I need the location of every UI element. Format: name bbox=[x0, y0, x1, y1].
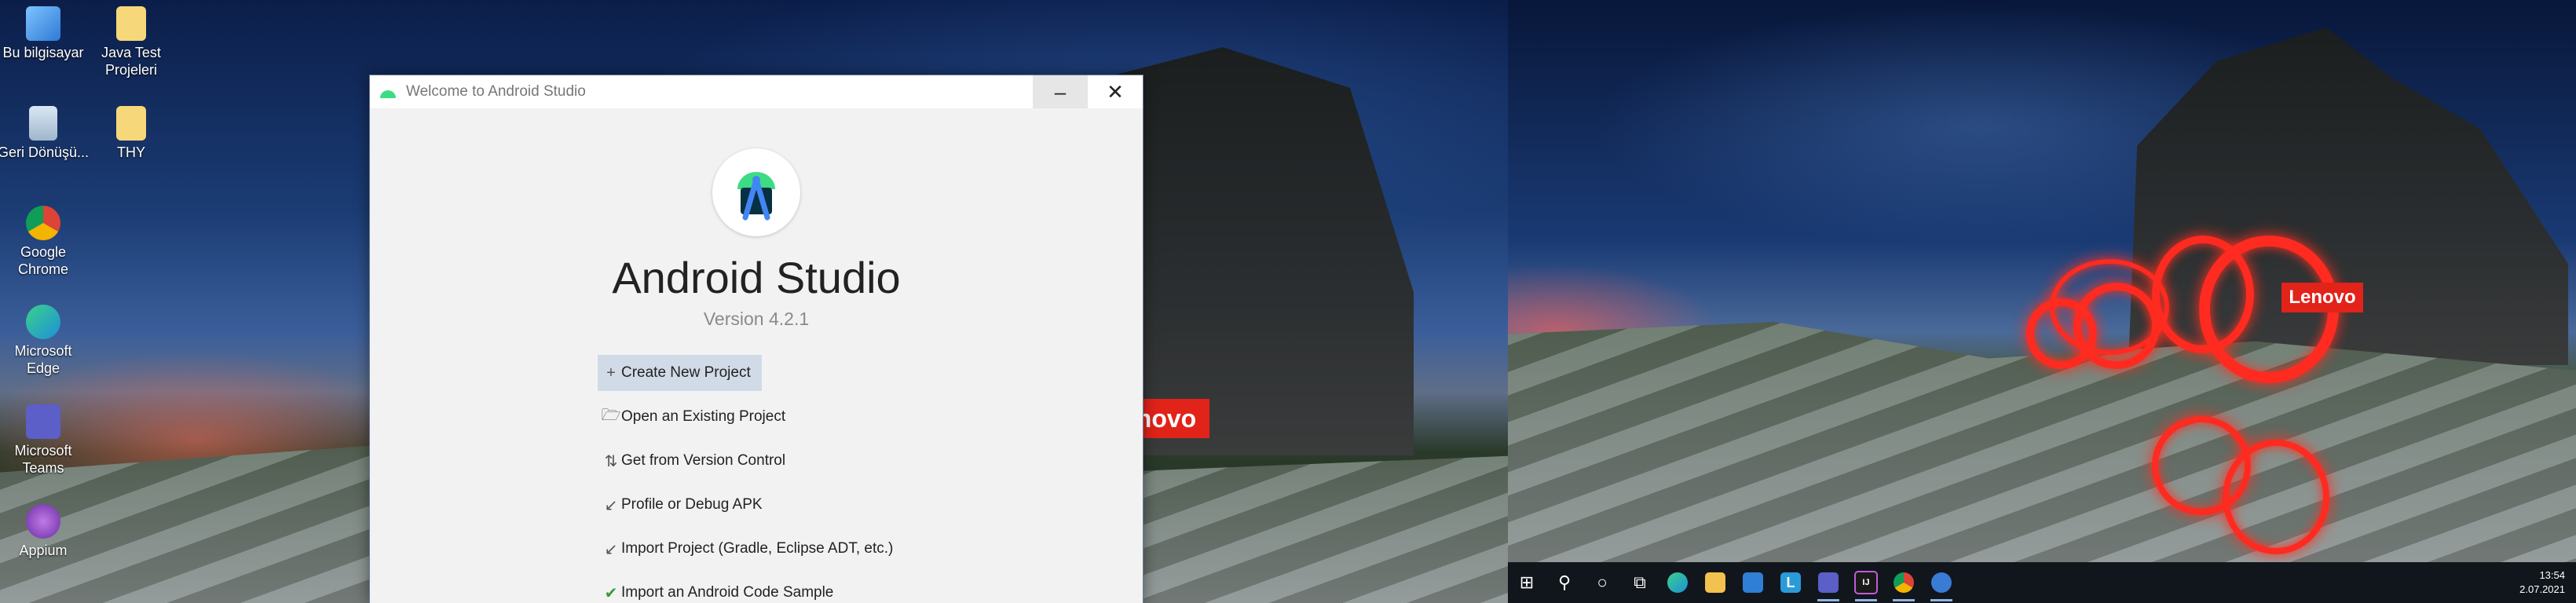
android-studio-icon bbox=[1931, 572, 1952, 593]
desktop-icon-java-test[interactable]: Java Test Projeleri bbox=[84, 6, 178, 79]
chrome-icon bbox=[1894, 572, 1914, 593]
profile-debug-apk-button[interactable]: ↙ Profile or Debug APK bbox=[598, 487, 774, 523]
action-label: Import an Android Code Sample bbox=[621, 584, 834, 601]
computer-icon bbox=[26, 6, 60, 41]
mail-taskbar-button[interactable] bbox=[1734, 562, 1772, 603]
close-button[interactable]: ✕ bbox=[1088, 75, 1143, 108]
teams-icon bbox=[26, 404, 60, 439]
folder-open-icon: 🗁 bbox=[601, 407, 621, 424]
start-button[interactable]: ⊞ bbox=[1508, 562, 1546, 603]
desktop-icon-label: Google Chrome bbox=[17, 244, 69, 277]
import-project-button[interactable]: ↙ Import Project (Gradle, Eclipse ADT, e… bbox=[598, 531, 904, 567]
l-app-taskbar-button[interactable]: L bbox=[1772, 562, 1809, 603]
folder-icon bbox=[1705, 572, 1725, 593]
edge-icon bbox=[26, 305, 60, 339]
desktop-icon-edge[interactable]: Microsoft Edge bbox=[0, 305, 90, 377]
task-view-button[interactable]: ⧉ bbox=[1621, 562, 1659, 603]
desktop-icon-recycle-bin[interactable]: Geri Dönüşü... bbox=[0, 106, 90, 161]
chrome-icon bbox=[26, 206, 60, 240]
teams-taskbar-button[interactable] bbox=[1809, 562, 1847, 603]
l-app-icon: L bbox=[1780, 572, 1801, 593]
desktop-icon-label: Bu bilgisayar bbox=[2, 45, 84, 60]
open-existing-project-button[interactable]: 🗁 Open an Existing Project bbox=[598, 399, 796, 435]
window-titlebar[interactable]: Welcome to Android Studio – ✕ bbox=[370, 75, 1143, 108]
import-icon: ↙ bbox=[604, 540, 618, 558]
desktop-icon-label: Appium bbox=[19, 543, 68, 558]
desktop-icon-label: Microsoft Edge bbox=[14, 343, 72, 376]
desktop-icon-label: Java Test Projeleri bbox=[101, 45, 161, 78]
folder-icon bbox=[116, 6, 146, 41]
create-new-project-button[interactable]: + Create New Project bbox=[598, 355, 762, 391]
mail-icon bbox=[1743, 572, 1763, 593]
search-button[interactable]: ⚲ bbox=[1546, 562, 1583, 603]
appium-icon bbox=[26, 504, 60, 539]
intellij-taskbar-button[interactable]: IJ bbox=[1847, 562, 1885, 603]
left-monitor-desktop: novo Bu bilgisayar Java Test Projeleri G… bbox=[0, 0, 1508, 603]
desktop-icon-teams[interactable]: Microsoft Teams bbox=[0, 404, 90, 477]
tray-clock[interactable]: 13:54 2.07.2021 bbox=[2519, 568, 2565, 597]
app-version: Version 4.2.1 bbox=[703, 309, 810, 329]
android-studio-taskbar-button[interactable] bbox=[1923, 562, 1960, 603]
desktop-icon-label: Geri Dönüşü... bbox=[0, 144, 90, 160]
window-title: Welcome to Android Studio bbox=[406, 83, 586, 100]
profile-apk-icon: ↙ bbox=[604, 496, 618, 514]
minimize-button[interactable]: – bbox=[1033, 75, 1088, 108]
clock-time: 13:54 bbox=[2539, 569, 2565, 581]
app-name: Android Studio bbox=[612, 253, 901, 302]
light-ring-decoration bbox=[2223, 440, 2329, 554]
edge-icon bbox=[1667, 572, 1688, 593]
android-icon bbox=[380, 90, 396, 98]
intellij-icon: IJ bbox=[1854, 571, 1878, 594]
action-label: Get from Version Control bbox=[621, 452, 786, 469]
action-label: Profile or Debug APK bbox=[621, 496, 763, 513]
action-label: Import Project (Gradle, Eclipse ADT, etc… bbox=[621, 540, 894, 557]
edge-taskbar-button[interactable] bbox=[1659, 562, 1696, 603]
cortana-button[interactable]: ○ bbox=[1583, 562, 1621, 603]
light-ring-decoration bbox=[2050, 259, 2169, 355]
clock-date: 2.07.2021 bbox=[2519, 583, 2565, 595]
lenovo-logo-badge: Lenovo bbox=[2281, 283, 2363, 312]
taskbar: ⊞ ⚲ ○ ⧉ L IJ 13:54 2.07.2021 bbox=[1508, 562, 2576, 603]
desktop-icon-label: THY bbox=[117, 144, 145, 160]
right-monitor-desktop: Lenovo bbox=[1508, 0, 2576, 603]
desktop-icon-appium[interactable]: Appium bbox=[0, 504, 90, 559]
desktop-icon-this-pc[interactable]: Bu bilgisayar bbox=[0, 6, 90, 61]
desktop-icon-label: Microsoft Teams bbox=[14, 443, 72, 476]
desktop-icon-chrome[interactable]: Google Chrome bbox=[0, 206, 90, 278]
import-code-sample-button[interactable]: ✔ Import an Android Code Sample bbox=[598, 575, 844, 603]
recycle-bin-icon bbox=[29, 106, 57, 141]
chrome-taskbar-button[interactable] bbox=[1885, 562, 1923, 603]
desktop-icon-thy[interactable]: THY bbox=[84, 106, 178, 161]
teams-icon bbox=[1818, 572, 1839, 593]
folder-icon bbox=[116, 106, 146, 141]
android-studio-welcome-window: Welcome to Android Studio – ✕ Android St… bbox=[369, 75, 1143, 603]
vcs-icon: ⇅ bbox=[604, 452, 618, 470]
action-label: Open an Existing Project bbox=[621, 408, 786, 425]
file-explorer-taskbar-button[interactable] bbox=[1696, 562, 1734, 603]
get-from-vcs-button[interactable]: ⇅ Get from Version Control bbox=[598, 443, 796, 479]
plus-icon: + bbox=[606, 364, 616, 382]
code-sample-icon: ✔ bbox=[604, 584, 618, 602]
action-label: Create New Project bbox=[621, 364, 751, 381]
android-studio-logo-icon bbox=[712, 148, 800, 236]
